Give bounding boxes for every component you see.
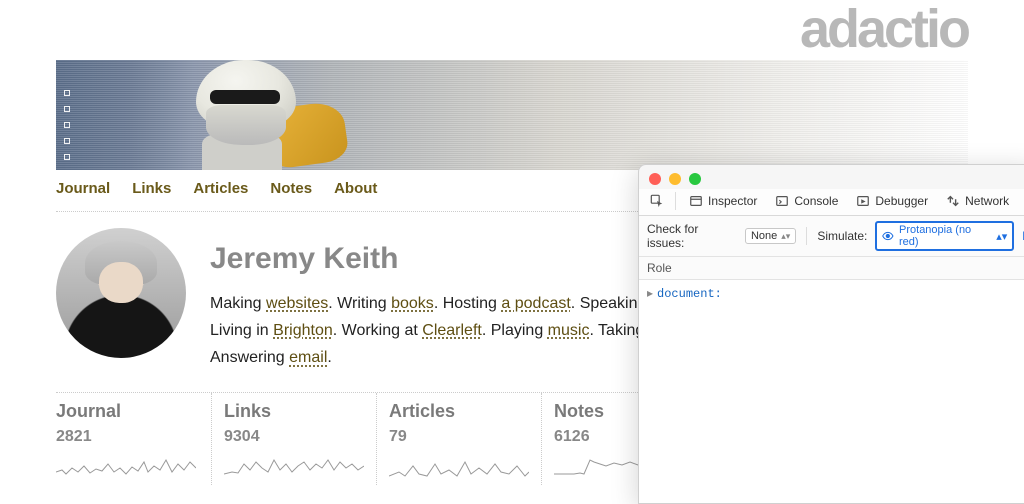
bio-text: . Hosting: [434, 295, 502, 312]
tab-label: Network: [965, 194, 1009, 208]
tab-label: Inspector: [708, 194, 757, 208]
role-header: Role: [639, 257, 1024, 280]
tab-network[interactable]: Network: [939, 191, 1016, 211]
bio-link-brighton[interactable]: Brighton: [273, 322, 333, 339]
stat-label: Articles: [389, 401, 529, 422]
accessibility-tree[interactable]: ▸ document:: [639, 280, 1024, 504]
nav-links[interactable]: Links: [132, 180, 171, 197]
chevron-updown-icon: ▴▾: [996, 230, 1007, 243]
tab-label: Debugger: [875, 194, 928, 208]
banner-figure: [176, 60, 356, 170]
stat-count: 79: [389, 428, 529, 446]
bio-link-email[interactable]: email: [289, 349, 327, 366]
site-logo: adactio: [56, 0, 968, 56]
chevron-updown-icon: ▴▾: [781, 231, 790, 242]
bio-text: .: [327, 349, 331, 366]
stat-articles[interactable]: Articles 79: [376, 393, 541, 485]
bio-text: . Playing: [482, 322, 548, 339]
tab-label: Console: [794, 194, 838, 208]
devtools-tabs: Inspector Console Debugger Network: [639, 189, 1024, 216]
avatar: [56, 228, 186, 358]
bio-link-music[interactable]: music: [548, 322, 590, 339]
stat-count: 9304: [224, 428, 364, 446]
bio-text: . Working at: [333, 322, 423, 339]
close-icon[interactable]: [649, 173, 661, 185]
issues-value: None: [751, 230, 777, 242]
nav-articles[interactable]: Articles: [193, 180, 248, 197]
stat-journal[interactable]: Journal 2821: [56, 393, 211, 485]
nav-notes[interactable]: Notes: [270, 180, 312, 197]
issues-select[interactable]: None ▴▾: [745, 228, 796, 244]
minimize-icon[interactable]: [669, 173, 681, 185]
tab-debugger[interactable]: Debugger: [849, 191, 935, 211]
eye-icon: [882, 230, 894, 242]
sparkline-icon: [224, 452, 364, 480]
tab-inspector[interactable]: Inspector: [682, 191, 764, 211]
simulate-value: Protanopia (no red): [899, 224, 991, 248]
simulate-label: Simulate:: [817, 229, 867, 243]
stat-links[interactable]: Links 9304: [211, 393, 376, 485]
zoom-icon[interactable]: [689, 173, 701, 185]
bio-text: . Writing: [328, 295, 391, 312]
bio-link-podcast[interactable]: a podcast: [501, 295, 570, 312]
disclosure-triangle-icon[interactable]: ▸: [647, 287, 653, 301]
issues-label: Check for issues:: [647, 222, 737, 250]
bio-link-books[interactable]: books: [391, 295, 434, 312]
bio-text: Making: [210, 295, 266, 312]
devtools-panel: Inspector Console Debugger Network Check…: [638, 164, 1024, 504]
stat-label: Journal: [56, 401, 199, 422]
nav-about[interactable]: About: [334, 180, 377, 197]
tab-console[interactable]: Console: [768, 191, 845, 211]
pick-element-button[interactable]: [645, 191, 669, 211]
stat-count: 2821: [56, 428, 199, 446]
header-banner: [56, 60, 968, 170]
sparkline-icon: [389, 452, 529, 480]
bio-link-clearleft[interactable]: Clearleft: [422, 322, 482, 339]
sparkline-icon: [56, 452, 196, 480]
window-controls: [639, 165, 1024, 189]
bio-link-websites[interactable]: websites: [266, 295, 328, 312]
stat-label: Links: [224, 401, 364, 422]
simulate-select[interactable]: Protanopia (no red) ▴▾: [875, 221, 1014, 251]
nav-journal[interactable]: Journal: [56, 180, 110, 197]
tree-node-document[interactable]: document:: [657, 287, 722, 301]
devtools-toolbar: Check for issues: None ▴▾ Simulate: Prot…: [639, 216, 1024, 257]
banner-dots: [64, 90, 70, 170]
